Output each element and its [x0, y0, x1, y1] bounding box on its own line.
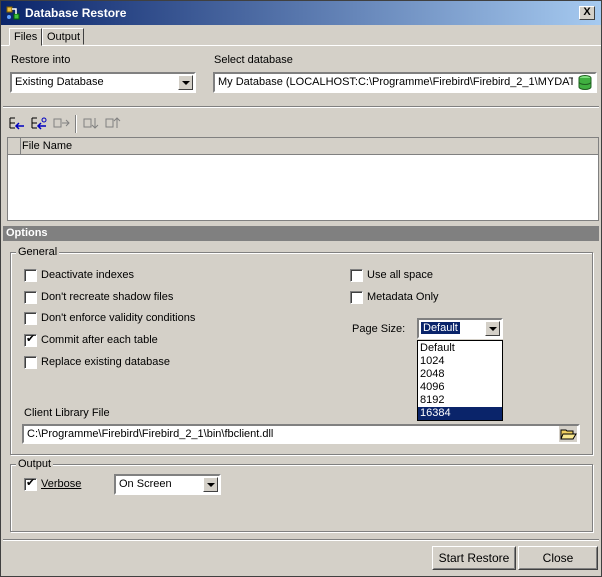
folder-open-icon[interactable] [559, 426, 577, 442]
use-all-space-label: Use all space [367, 269, 434, 281]
select-database-label: Select database [214, 54, 293, 66]
page-size-value: Default [421, 322, 460, 334]
start-restore-button[interactable]: Start Restore [432, 546, 516, 570]
dont-recreate-shadow-checkbox[interactable] [24, 291, 37, 304]
divider [3, 106, 599, 108]
row-indicator-column [8, 138, 21, 155]
dont-recreate-shadow-label: Don't recreate shadow files [41, 291, 174, 303]
move-up-icon[interactable] [103, 115, 123, 133]
close-window-button[interactable]: X [579, 6, 595, 20]
database-restore-icon [6, 6, 20, 20]
chevron-down-icon[interactable] [485, 321, 500, 336]
page-size-option[interactable]: 2048 [418, 368, 502, 381]
dont-enforce-validity-checkbox[interactable] [24, 312, 37, 325]
client-library-label: Client Library File [24, 407, 110, 419]
deactivate-indexes-checkbox[interactable] [24, 269, 37, 282]
start-restore-label: Start Restore [438, 551, 510, 565]
client-library-value: C:\Programme\Firebird\Firebird_2_1\bin\f… [27, 428, 274, 440]
output-target-combo[interactable]: On Screen [114, 474, 221, 495]
verbose-label: Verbose [41, 478, 82, 490]
move-down-icon[interactable] [81, 115, 101, 133]
tab-files-label: Files [14, 31, 38, 43]
tab-output[interactable]: Output [42, 28, 84, 45]
page-size-option[interactable]: 1024 [418, 355, 502, 368]
commit-after-each-table-label: Commit after each table [41, 334, 158, 346]
commit-after-each-table-checkbox[interactable] [24, 332, 37, 347]
close-button[interactable]: Close [518, 546, 598, 570]
database-restore-window: Database Restore X Files Output Restore … [0, 0, 602, 577]
metadata-only-label: Metadata Only [367, 291, 439, 303]
add-file-icon[interactable] [7, 115, 27, 133]
footer-divider [3, 539, 599, 541]
add-file-alt-icon[interactable] [29, 115, 49, 133]
page-size-dropdown-list[interactable]: Default 1024 2048 4096 8192 16384 [417, 340, 503, 421]
metadata-only-checkbox[interactable] [350, 291, 363, 304]
tab-files[interactable]: Files [9, 28, 42, 46]
replace-existing-database-checkbox[interactable] [24, 356, 37, 369]
page-size-combo[interactable]: Default [417, 318, 503, 339]
replace-existing-database-label: Replace existing database [41, 356, 171, 368]
close-label: Close [542, 551, 574, 565]
database-icon[interactable] [577, 75, 593, 90]
file-list-header: File Name [8, 138, 598, 155]
window-title: Database Restore [25, 6, 127, 20]
page-size-option[interactable]: Default [418, 342, 502, 355]
chevron-down-icon[interactable] [203, 477, 218, 492]
client-library-field[interactable]: C:\Programme\Firebird\Firebird_2_1\bin\f… [22, 424, 580, 444]
page-size-option[interactable]: 4096 [418, 381, 502, 394]
select-database-combo[interactable]: My Database (LOCALHOST:C:\Programme\Fire… [213, 72, 597, 93]
page-size-option-selected[interactable]: 16384 [418, 407, 502, 420]
tab-output-label: Output [47, 31, 81, 43]
restore-into-combo[interactable]: Existing Database [10, 72, 196, 93]
select-database-value: My Database (LOCALHOST:C:\Programme\Fire… [218, 76, 573, 88]
options-header: Options [3, 226, 599, 241]
verbose-checkbox[interactable] [24, 476, 37, 491]
toolbar-separator [75, 115, 77, 133]
file-name-column-header[interactable]: File Name [22, 140, 72, 152]
page-size-label: Page Size: [352, 323, 406, 335]
file-list[interactable]: File Name [7, 137, 599, 221]
output-group [10, 464, 593, 532]
output-group-title: Output [16, 458, 54, 470]
output-target-value: On Screen [119, 478, 172, 490]
page-size-option[interactable]: 8192 [418, 394, 502, 407]
title-bar[interactable]: Database Restore X [1, 1, 601, 25]
restore-into-label: Restore into [11, 54, 71, 66]
close-icon: X [583, 6, 591, 18]
chevron-down-icon[interactable] [178, 75, 193, 90]
use-all-space-checkbox[interactable] [350, 269, 363, 282]
dont-enforce-validity-label: Don't enforce validity conditions [41, 312, 196, 324]
deactivate-indexes-label: Deactivate indexes [41, 269, 134, 281]
remove-file-icon[interactable] [51, 115, 71, 133]
restore-into-value: Existing Database [15, 76, 104, 88]
general-group-title: General [16, 246, 60, 258]
tab-strip-line [1, 45, 601, 46]
